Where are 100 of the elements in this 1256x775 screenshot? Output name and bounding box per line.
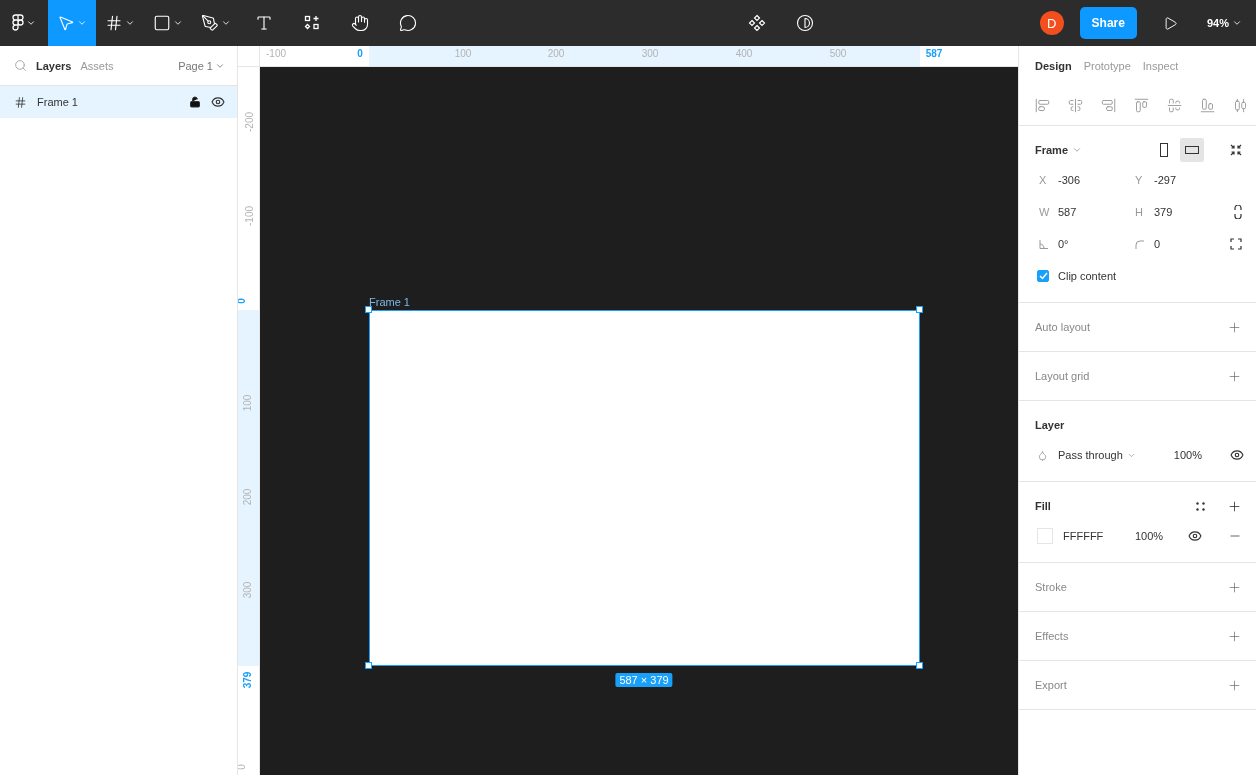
layer-name: Frame 1 [37,96,79,108]
eye-icon[interactable] [211,95,225,109]
field-value[interactable]: 379 [1154,206,1173,218]
constrain-proportions-icon[interactable] [1234,205,1242,219]
add-icon[interactable] [1227,677,1242,693]
pen-icon [201,14,219,32]
components-icon [747,14,766,32]
field-label: X [1039,174,1048,186]
page-dropdown[interactable]: Page 1 [178,59,225,72]
comment-icon [399,14,417,32]
corners-icon[interactable] [1230,238,1242,250]
field-label: Y [1135,174,1144,186]
ruler-label: 379 [241,671,253,689]
caret-icon [1072,145,1083,155]
section-title: Stroke [1035,581,1067,593]
field-value[interactable]: 587 [1058,206,1077,218]
corner-radius-icon [1135,239,1144,249]
field-label: W [1039,206,1048,218]
ruler-label: 0 [238,764,248,770]
distribute-icon[interactable] [1233,98,1248,113]
rectangle-icon [153,14,171,32]
ruler-label: 0 [357,48,363,59]
color-swatch[interactable] [1037,528,1053,544]
eye-icon[interactable] [1188,529,1202,543]
section-title[interactable]: Frame [1035,144,1069,156]
add-icon[interactable] [1227,498,1242,514]
resize-handle[interactable] [365,662,372,669]
section-title: Effects [1035,630,1069,642]
caret-icon [26,18,36,28]
add-icon[interactable] [1227,319,1242,335]
section-title: Export [1035,679,1067,691]
field-label: H [1135,206,1144,218]
resize-to-fit-icon[interactable] [1230,144,1242,156]
opacity-value[interactable]: 100% [1173,449,1202,461]
add-icon[interactable] [1227,579,1242,595]
blend-mode-dropdown[interactable]: Pass through [1058,449,1136,461]
hand-icon [351,14,369,32]
caret-icon [1232,18,1242,28]
frame-label[interactable]: Frame 1 [369,296,410,308]
caret-icon [77,18,87,28]
portrait-icon [1160,143,1168,157]
unlock-icon[interactable] [189,96,201,108]
ruler-label: -100 [243,206,255,226]
align-right-icon[interactable] [1101,98,1116,113]
ruler-label: 587 [925,48,943,59]
hex-value[interactable]: FFFFFF [1063,530,1125,542]
panel-tab[interactable]: Design [1035,60,1072,72]
eye-icon[interactable] [1230,448,1244,462]
resize-handle[interactable] [365,306,372,313]
search-icon[interactable] [14,59,27,72]
ruler-label: 0 [238,298,248,304]
resize-handle[interactable] [916,662,923,669]
pointer-icon [57,14,75,32]
styles-icon[interactable] [1196,501,1205,511]
ruler-label: 300 [641,48,659,59]
align-top-icon[interactable] [1134,98,1149,113]
field-value[interactable]: -306 [1058,174,1081,186]
opacity-value[interactable]: 100% [1135,530,1164,542]
field-value[interactable]: 0 [1154,238,1161,250]
frame-icon [105,14,123,32]
section-title: Layer [1035,419,1065,431]
orientation-button[interactable] [1180,138,1204,162]
logo-icon [12,14,24,32]
field-value[interactable]: -297 [1154,174,1177,186]
landscape-icon [1185,146,1199,154]
shapes-icon [304,15,320,31]
align-center-icon[interactable] [1068,98,1083,113]
checkbox-label: Clip content [1058,270,1117,282]
ruler-label: -100 [266,48,286,59]
ruler-label: 100 [241,394,253,412]
section-title: Layout grid [1035,370,1090,382]
droplet-icon [1037,449,1048,461]
size-badge: 587 × 379 [615,673,673,687]
user-avatar[interactable]: D [1039,11,1064,35]
section-title: Auto layout [1035,321,1091,333]
frame-icon [14,95,27,109]
align-bottom-icon[interactable] [1200,98,1215,113]
field-value[interactable]: 0° [1058,238,1069,250]
ruler-label: 400 [735,48,753,59]
checkbox[interactable] [1037,270,1049,282]
ruler-label: 200 [241,488,253,506]
caret-icon [221,18,231,28]
ruler-label: 300 [241,581,253,599]
ruler-label: 500 [829,48,847,59]
text-icon [255,14,273,32]
play-icon [1163,15,1179,31]
ruler-label: 100 [454,48,472,59]
align-left-icon[interactable] [1035,98,1050,113]
add-icon[interactable] [1227,368,1242,384]
resize-handle[interactable] [916,306,923,313]
add-icon[interactable] [1227,628,1242,644]
ruler-label: -200 [243,112,255,132]
panel-tab[interactable]: Layers [36,59,72,72]
zoom-dropdown[interactable]: 94% [1200,16,1248,30]
angle-icon [1039,239,1048,249]
align-middle-icon[interactable] [1167,98,1182,113]
caret-icon [125,18,135,28]
contrast-icon [795,14,814,32]
layer-row[interactable]: Frame 1 [0,86,237,118]
section-title: Fill [1035,500,1051,512]
